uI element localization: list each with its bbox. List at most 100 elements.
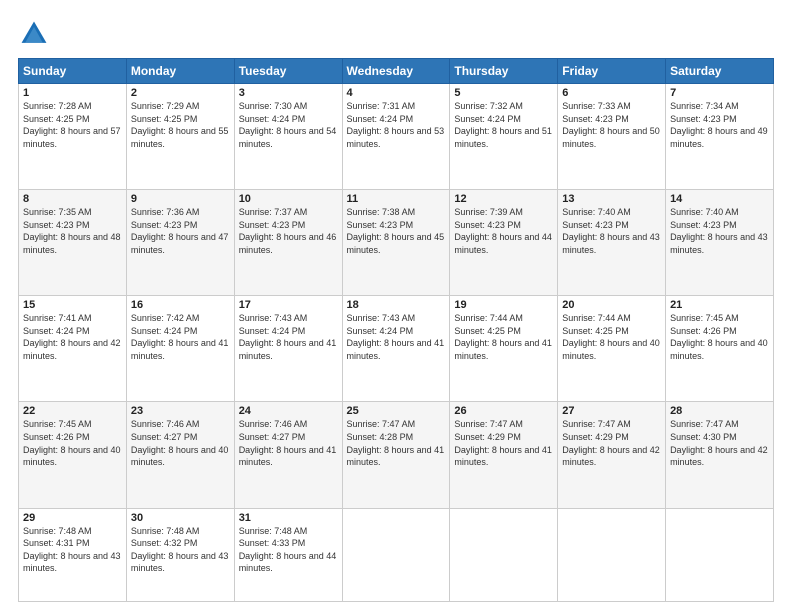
day-info: Sunrise: 7:41 AMSunset: 4:24 PMDaylight:…: [23, 313, 121, 361]
day-number: 18: [347, 299, 446, 311]
day-number: 29: [23, 512, 122, 524]
day-info: Sunrise: 7:46 AMSunset: 4:27 PMDaylight:…: [131, 419, 229, 467]
calendar-cell: 9 Sunrise: 7:36 AMSunset: 4:23 PMDayligh…: [126, 190, 234, 296]
page: SundayMondayTuesdayWednesdayThursdayFrid…: [0, 0, 792, 612]
calendar-cell: 27 Sunrise: 7:47 AMSunset: 4:29 PMDaylig…: [558, 402, 666, 508]
calendar-cell: 18 Sunrise: 7:43 AMSunset: 4:24 PMDaylig…: [342, 296, 450, 402]
calendar-cell: 16 Sunrise: 7:42 AMSunset: 4:24 PMDaylig…: [126, 296, 234, 402]
day-number: 26: [454, 405, 553, 417]
day-info: Sunrise: 7:31 AMSunset: 4:24 PMDaylight:…: [347, 101, 445, 149]
day-number: 11: [347, 193, 446, 205]
day-number: 1: [23, 87, 122, 99]
day-number: 8: [23, 193, 122, 205]
logo: [18, 18, 56, 50]
day-info: Sunrise: 7:38 AMSunset: 4:23 PMDaylight:…: [347, 207, 445, 255]
calendar-week-4: 22 Sunrise: 7:45 AMSunset: 4:26 PMDaylig…: [19, 402, 774, 508]
day-info: Sunrise: 7:44 AMSunset: 4:25 PMDaylight:…: [454, 313, 552, 361]
day-number: 20: [562, 299, 661, 311]
calendar-cell: 2 Sunrise: 7:29 AMSunset: 4:25 PMDayligh…: [126, 84, 234, 190]
calendar-cell: 6 Sunrise: 7:33 AMSunset: 4:23 PMDayligh…: [558, 84, 666, 190]
calendar-cell: 26 Sunrise: 7:47 AMSunset: 4:29 PMDaylig…: [450, 402, 558, 508]
day-info: Sunrise: 7:28 AMSunset: 4:25 PMDaylight:…: [23, 101, 121, 149]
calendar-cell: 3 Sunrise: 7:30 AMSunset: 4:24 PMDayligh…: [234, 84, 342, 190]
calendar-cell: 10 Sunrise: 7:37 AMSunset: 4:23 PMDaylig…: [234, 190, 342, 296]
day-info: Sunrise: 7:43 AMSunset: 4:24 PMDaylight:…: [347, 313, 445, 361]
day-number: 21: [670, 299, 769, 311]
day-info: Sunrise: 7:35 AMSunset: 4:23 PMDaylight:…: [23, 207, 121, 255]
calendar-week-3: 15 Sunrise: 7:41 AMSunset: 4:24 PMDaylig…: [19, 296, 774, 402]
day-info: Sunrise: 7:36 AMSunset: 4:23 PMDaylight:…: [131, 207, 229, 255]
day-number: 30: [131, 512, 230, 524]
calendar-cell: 7 Sunrise: 7:34 AMSunset: 4:23 PMDayligh…: [666, 84, 774, 190]
calendar-cell: [558, 508, 666, 601]
calendar-cell: [450, 508, 558, 601]
calendar-cell: 8 Sunrise: 7:35 AMSunset: 4:23 PMDayligh…: [19, 190, 127, 296]
calendar-cell: [666, 508, 774, 601]
day-info: Sunrise: 7:48 AMSunset: 4:32 PMDaylight:…: [131, 526, 229, 574]
calendar-header-friday: Friday: [558, 59, 666, 84]
day-info: Sunrise: 7:32 AMSunset: 4:24 PMDaylight:…: [454, 101, 552, 149]
day-info: Sunrise: 7:40 AMSunset: 4:23 PMDaylight:…: [562, 207, 660, 255]
day-number: 22: [23, 405, 122, 417]
day-number: 16: [131, 299, 230, 311]
calendar-cell: 5 Sunrise: 7:32 AMSunset: 4:24 PMDayligh…: [450, 84, 558, 190]
calendar-cell: 4 Sunrise: 7:31 AMSunset: 4:24 PMDayligh…: [342, 84, 450, 190]
day-number: 9: [131, 193, 230, 205]
calendar-week-5: 29 Sunrise: 7:48 AMSunset: 4:31 PMDaylig…: [19, 508, 774, 601]
day-number: 15: [23, 299, 122, 311]
calendar-cell: 11 Sunrise: 7:38 AMSunset: 4:23 PMDaylig…: [342, 190, 450, 296]
calendar-cell: 19 Sunrise: 7:44 AMSunset: 4:25 PMDaylig…: [450, 296, 558, 402]
calendar-cell: [342, 508, 450, 601]
calendar-cell: 24 Sunrise: 7:46 AMSunset: 4:27 PMDaylig…: [234, 402, 342, 508]
day-number: 10: [239, 193, 338, 205]
calendar-cell: 21 Sunrise: 7:45 AMSunset: 4:26 PMDaylig…: [666, 296, 774, 402]
day-number: 12: [454, 193, 553, 205]
day-info: Sunrise: 7:45 AMSunset: 4:26 PMDaylight:…: [23, 419, 121, 467]
day-number: 13: [562, 193, 661, 205]
day-info: Sunrise: 7:47 AMSunset: 4:30 PMDaylight:…: [670, 419, 768, 467]
calendar-cell: 20 Sunrise: 7:44 AMSunset: 4:25 PMDaylig…: [558, 296, 666, 402]
day-number: 28: [670, 405, 769, 417]
day-number: 5: [454, 87, 553, 99]
calendar-header-saturday: Saturday: [666, 59, 774, 84]
day-number: 14: [670, 193, 769, 205]
day-info: Sunrise: 7:42 AMSunset: 4:24 PMDaylight:…: [131, 313, 229, 361]
calendar-table: SundayMondayTuesdayWednesdayThursdayFrid…: [18, 58, 774, 602]
day-number: 19: [454, 299, 553, 311]
day-number: 27: [562, 405, 661, 417]
day-number: 3: [239, 87, 338, 99]
day-info: Sunrise: 7:34 AMSunset: 4:23 PMDaylight:…: [670, 101, 768, 149]
day-info: Sunrise: 7:46 AMSunset: 4:27 PMDaylight:…: [239, 419, 337, 467]
calendar-cell: 28 Sunrise: 7:47 AMSunset: 4:30 PMDaylig…: [666, 402, 774, 508]
day-info: Sunrise: 7:47 AMSunset: 4:28 PMDaylight:…: [347, 419, 445, 467]
day-info: Sunrise: 7:48 AMSunset: 4:33 PMDaylight:…: [239, 526, 337, 574]
day-info: Sunrise: 7:39 AMSunset: 4:23 PMDaylight:…: [454, 207, 552, 255]
calendar-header-thursday: Thursday: [450, 59, 558, 84]
day-number: 25: [347, 405, 446, 417]
calendar-header-sunday: Sunday: [19, 59, 127, 84]
day-number: 2: [131, 87, 230, 99]
day-number: 7: [670, 87, 769, 99]
day-number: 17: [239, 299, 338, 311]
calendar-cell: 13 Sunrise: 7:40 AMSunset: 4:23 PMDaylig…: [558, 190, 666, 296]
day-info: Sunrise: 7:30 AMSunset: 4:24 PMDaylight:…: [239, 101, 337, 149]
calendar-cell: 29 Sunrise: 7:48 AMSunset: 4:31 PMDaylig…: [19, 508, 127, 601]
calendar-cell: 14 Sunrise: 7:40 AMSunset: 4:23 PMDaylig…: [666, 190, 774, 296]
day-info: Sunrise: 7:48 AMSunset: 4:31 PMDaylight:…: [23, 526, 121, 574]
day-info: Sunrise: 7:44 AMSunset: 4:25 PMDaylight:…: [562, 313, 660, 361]
day-number: 24: [239, 405, 338, 417]
calendar-cell: 1 Sunrise: 7:28 AMSunset: 4:25 PMDayligh…: [19, 84, 127, 190]
day-number: 4: [347, 87, 446, 99]
day-info: Sunrise: 7:47 AMSunset: 4:29 PMDaylight:…: [454, 419, 552, 467]
calendar-cell: 22 Sunrise: 7:45 AMSunset: 4:26 PMDaylig…: [19, 402, 127, 508]
day-info: Sunrise: 7:47 AMSunset: 4:29 PMDaylight:…: [562, 419, 660, 467]
calendar-header-tuesday: Tuesday: [234, 59, 342, 84]
day-info: Sunrise: 7:40 AMSunset: 4:23 PMDaylight:…: [670, 207, 768, 255]
day-info: Sunrise: 7:29 AMSunset: 4:25 PMDaylight:…: [131, 101, 229, 149]
day-info: Sunrise: 7:33 AMSunset: 4:23 PMDaylight:…: [562, 101, 660, 149]
day-number: 23: [131, 405, 230, 417]
day-info: Sunrise: 7:45 AMSunset: 4:26 PMDaylight:…: [670, 313, 768, 361]
day-number: 31: [239, 512, 338, 524]
calendar-cell: 23 Sunrise: 7:46 AMSunset: 4:27 PMDaylig…: [126, 402, 234, 508]
calendar-header-monday: Monday: [126, 59, 234, 84]
